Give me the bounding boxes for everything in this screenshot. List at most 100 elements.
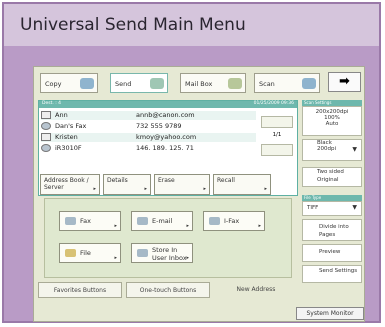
send-buttons-group: Fax ▸ E-mail ▸ I-Fax ▸ File ▸ Store In U… (44, 198, 292, 278)
button-label: Store In User Inbox (152, 246, 187, 262)
fax-icon (65, 217, 76, 225)
item-address: annb@canon.com (136, 111, 195, 119)
list-item[interactable]: Dan's Fax 732 555 9789 (41, 122, 256, 131)
tab-label: Copy (45, 80, 62, 88)
button-label: Recall (217, 177, 235, 184)
email-icon (41, 133, 51, 141)
button-label: Fax (80, 217, 91, 225)
destination-count: Dest. : 4 (42, 101, 62, 106)
tab-mailbox[interactable]: Mail Box (180, 73, 246, 93)
chevron-right-icon: ▸ (258, 223, 261, 229)
item-address: 146. 189. 125. 71 (136, 144, 194, 152)
pager: 1/1 (261, 116, 293, 156)
chevron-right-icon: ▸ (93, 186, 96, 192)
chevron-down-icon: ▼ (352, 146, 357, 153)
fax-icon (41, 122, 51, 130)
button-label: E-mail (152, 217, 173, 225)
send-icon (150, 78, 164, 89)
tab-label: One-touch Buttons (139, 287, 197, 294)
email-icon (137, 217, 148, 225)
list-item[interactable]: Kristen kmoy@yahoo.com (41, 133, 256, 142)
details-button[interactable]: Details ▸ (103, 174, 151, 195)
list-item[interactable]: Ann annb@canon.com (41, 111, 256, 120)
inbox-icon (137, 249, 148, 257)
page-down-button[interactable] (261, 144, 293, 156)
send-settings-button[interactable]: Send Settings (302, 265, 362, 283)
two-sided-label: Two sided Original (317, 169, 344, 183)
favorites-buttons-tab[interactable]: Favorites Buttons (38, 282, 122, 298)
next-arrow-button[interactable]: ➡ (328, 72, 361, 92)
file-button[interactable]: File ▸ (59, 243, 121, 263)
chevron-right-icon: ▸ (114, 255, 117, 261)
tab-label: New Address (236, 286, 276, 293)
mailbox-icon (228, 78, 242, 89)
list-item[interactable]: iR3010F 146. 189. 125. 71 (41, 144, 256, 153)
chevron-right-icon: ▸ (186, 255, 189, 261)
tab-scan[interactable]: Scan (254, 73, 320, 93)
divide-pages-button[interactable]: Divide into Pages (302, 219, 362, 241)
tab-label: Send (115, 80, 132, 88)
tab-label: Mail Box (185, 80, 213, 88)
send-settings-label: Send Settings (319, 268, 358, 274)
mode-value: Auto (325, 121, 339, 127)
ifax-icon (209, 217, 220, 225)
settings-column: Scan Settings 200x200dpi 100% Auto Black… (302, 100, 362, 283)
system-monitor-label: System Monitor (306, 310, 354, 317)
chevron-down-icon: ▼ (352, 204, 357, 211)
address-book-button[interactable]: Address Book / Server ▸ (40, 174, 100, 195)
send-type-area: Fax ▸ E-mail ▸ I-Fax ▸ File ▸ Store In U… (38, 198, 298, 300)
page-up-button[interactable] (261, 116, 293, 128)
item-name: Kristen (55, 133, 78, 141)
tab-label: Scan (259, 80, 275, 88)
chevron-right-icon: ▸ (144, 186, 147, 192)
erase-button[interactable]: Erase ▸ (154, 174, 210, 195)
item-name: Dan's Fax (55, 122, 87, 130)
scan-settings-button[interactable]: 200x200dpi 100% Auto (302, 106, 362, 136)
arrow-right-icon: ➡ (339, 74, 350, 89)
recall-button[interactable]: Recall ▸ (213, 174, 271, 195)
system-monitor-button[interactable]: System Monitor (296, 307, 364, 320)
destination-header: Dest. : 4 01/25/2009 09:36 (39, 101, 297, 108)
fax-button[interactable]: Fax ▸ (59, 211, 121, 231)
item-name: Ann (55, 111, 68, 119)
file-type-value: TIFF (307, 205, 319, 211)
chevron-right-icon: ▸ (203, 186, 206, 192)
tab-send[interactable]: Send (110, 73, 168, 93)
chevron-right-icon: ▸ (186, 223, 189, 229)
device-panel: Copy Send Mail Box Scan ➡ Dest. : 4 01/2… (33, 66, 365, 322)
tab-copy[interactable]: Copy (40, 73, 98, 93)
new-address-button[interactable]: New Address (214, 282, 298, 298)
color-mode-select[interactable]: Black 200dpi ▼ (302, 139, 362, 161)
item-name: iR3010F (55, 144, 82, 152)
chevron-right-icon: ▸ (114, 223, 117, 229)
button-label: I-Fax (224, 217, 240, 225)
page-indicator: 1/1 (272, 132, 282, 138)
chevron-right-icon: ▸ (264, 186, 267, 192)
server-icon (41, 144, 51, 152)
item-address: kmoy@yahoo.com (136, 133, 197, 141)
bottom-tabs: Favorites Buttons One-touch Buttons New … (38, 282, 298, 298)
preview-label: Preview (319, 249, 341, 255)
button-label: File (80, 249, 91, 257)
preview-button[interactable]: Preview (302, 244, 362, 262)
ifax-button[interactable]: I-Fax ▸ (203, 211, 265, 231)
email-icon (41, 111, 51, 119)
copy-icon (80, 78, 94, 89)
divide-pages-label: Divide into Pages (319, 224, 349, 238)
button-label: Address Book / Server (44, 177, 89, 191)
file-type-select[interactable]: TIFF ▼ (302, 201, 362, 216)
store-in-user-inbox-button[interactable]: Store In User Inbox ▸ (131, 243, 193, 263)
email-button[interactable]: E-mail ▸ (131, 211, 193, 231)
tab-label: Favorites Buttons (53, 287, 107, 294)
folder-icon (65, 249, 76, 257)
item-address: 732 555 9789 (136, 122, 182, 130)
two-sided-button[interactable]: Two sided Original (302, 167, 362, 187)
scan-icon (302, 78, 316, 89)
one-touch-buttons-tab[interactable]: One-touch Buttons (126, 282, 210, 298)
button-label: Details (107, 177, 128, 184)
window-frame: Universal Send Main Menu Copy Send Mail … (2, 2, 381, 323)
date-time: 01/25/2009 09:36 (253, 101, 294, 106)
destination-list: Dest. : 4 01/25/2009 09:36 Ann annb@cano… (38, 100, 298, 196)
page-title: Universal Send Main Menu (4, 4, 379, 46)
button-label: Erase (158, 177, 175, 184)
